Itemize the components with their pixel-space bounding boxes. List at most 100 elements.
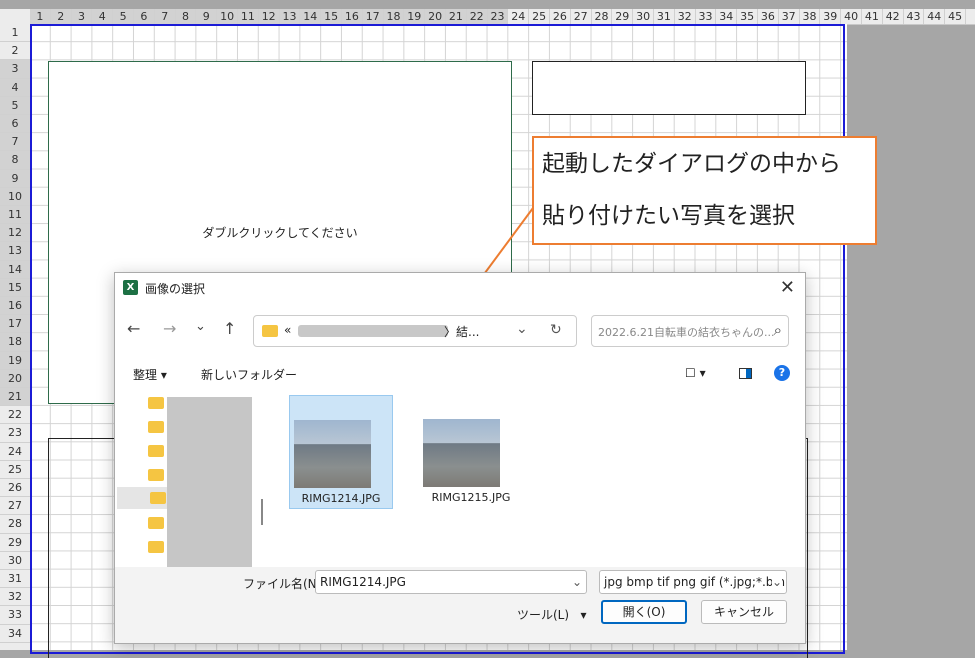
column-header[interactable]: 7	[154, 9, 176, 24]
row-header[interactable]: 27	[0, 497, 30, 516]
row-header[interactable]: 3	[0, 60, 30, 79]
chevron-down-icon[interactable]: ⌄	[771, 571, 782, 593]
column-header[interactable]: 13	[279, 9, 301, 24]
column-header[interactable]: 24	[508, 9, 530, 24]
nav-scrollbar[interactable]	[261, 499, 263, 525]
row-header[interactable]: 1	[0, 24, 30, 43]
column-header[interactable]: 37	[779, 9, 800, 24]
open-button[interactable]: 開く(O)	[601, 600, 687, 624]
preview-pane-icon[interactable]	[739, 368, 752, 379]
new-folder-button[interactable]: 新しいフォルダー	[201, 366, 297, 383]
column-header[interactable]: 17	[362, 9, 384, 24]
column-header[interactable]: 11	[238, 9, 259, 24]
view-icon[interactable]: ☐ ▾	[685, 366, 706, 380]
column-header[interactable]: 5	[113, 9, 134, 24]
address-bar[interactable]: « 〉結... ⌄ ↻	[253, 315, 577, 347]
column-header[interactable]: 9	[196, 9, 218, 24]
column-header[interactable]: 33	[696, 9, 717, 24]
row-header[interactable]: 17	[0, 315, 30, 334]
row-header[interactable]: 10	[0, 187, 30, 206]
row-header[interactable]: 25	[0, 461, 30, 479]
row-header[interactable]: 13	[0, 242, 30, 261]
column-header[interactable]: 8	[175, 9, 197, 24]
column-header[interactable]: 2	[50, 9, 72, 24]
column-header[interactable]: 44	[924, 9, 946, 24]
row-header[interactable]: 11	[0, 206, 30, 225]
row-header[interactable]: 18	[0, 333, 30, 352]
column-header[interactable]: 34	[716, 9, 738, 24]
back-icon[interactable]: ←	[127, 319, 140, 338]
row-header[interactable]: 5	[0, 96, 30, 115]
text-box[interactable]	[532, 61, 806, 115]
row-header[interactable]: 22	[0, 406, 30, 425]
search-input[interactable]: 2022.6.21自転車の結衣ちゃんの... ⌕	[591, 315, 789, 347]
row-header[interactable]: 20	[0, 369, 30, 388]
column-header[interactable]: 32	[675, 9, 696, 24]
row-header[interactable]: 26	[0, 479, 30, 498]
row-header[interactable]: 31	[0, 570, 30, 589]
cancel-button[interactable]: キャンセル	[701, 600, 787, 624]
column-header[interactable]: 42	[883, 9, 904, 24]
column-header[interactable]: 35	[737, 9, 758, 24]
column-header[interactable]: 23	[487, 9, 509, 24]
close-icon[interactable]: ✕	[780, 277, 795, 298]
column-header[interactable]: 16	[342, 9, 363, 24]
row-header[interactable]: 28	[0, 515, 30, 534]
column-header[interactable]: 20	[425, 9, 446, 24]
file-item[interactable]: RIMG1214.JPG	[289, 395, 393, 509]
row-header[interactable]: 6	[0, 115, 30, 134]
column-header[interactable]: 1	[30, 9, 51, 24]
row-header[interactable]: 24	[0, 443, 30, 461]
forward-icon[interactable]: →	[163, 319, 176, 338]
row-header[interactable]: 33	[0, 606, 30, 625]
chevron-down-icon[interactable]: ⌄	[572, 571, 582, 593]
column-header[interactable]: 21	[446, 9, 467, 24]
row-header[interactable]: 15	[0, 278, 30, 297]
column-header[interactable]: 12	[258, 9, 280, 24]
column-header[interactable]: 28	[592, 9, 613, 24]
column-header[interactable]: 31	[654, 9, 675, 24]
tools-button[interactable]: ツール(L) ▾	[517, 606, 587, 623]
column-header[interactable]: 45	[945, 9, 966, 24]
chevron-down-icon[interactable]: ⌄	[516, 321, 528, 337]
column-header[interactable]: 26	[550, 9, 571, 24]
column-header[interactable]: 39	[820, 9, 842, 24]
row-header[interactable]: 14	[0, 260, 30, 279]
row-header[interactable]: 34	[0, 625, 30, 643]
column-header[interactable]: 6	[134, 9, 155, 24]
row-header[interactable]: 9	[0, 169, 30, 188]
column-header[interactable]: 22	[466, 9, 488, 24]
column-header[interactable]: 18	[383, 9, 405, 24]
column-header[interactable]: 41	[862, 9, 883, 24]
row-header[interactable]: 30	[0, 552, 30, 570]
column-header[interactable]: 38	[800, 9, 821, 24]
help-icon[interactable]: ?	[774, 365, 790, 381]
column-header[interactable]: 3	[71, 9, 93, 24]
column-header[interactable]: 43	[904, 9, 925, 24]
column-header[interactable]: 14	[300, 9, 322, 24]
row-header[interactable]: 12	[0, 224, 30, 243]
up-icon[interactable]: ↑	[223, 319, 236, 338]
column-header[interactable]: 19	[404, 9, 426, 24]
dialog-titlebar[interactable]: X 画像の選択 ✕	[115, 273, 805, 303]
column-header[interactable]: 27	[571, 9, 592, 24]
filename-field[interactable]: RIMG1214.JPG ⌄	[315, 570, 587, 594]
refresh-icon[interactable]: ↻	[550, 322, 562, 338]
column-header[interactable]: 25	[529, 9, 550, 24]
column-header[interactable]: 10	[217, 9, 238, 24]
row-header[interactable]: 19	[0, 351, 30, 370]
column-header[interactable]: 30	[633, 9, 654, 24]
row-header[interactable]: 7	[0, 133, 30, 152]
search-icon[interactable]: ⌕	[774, 321, 782, 339]
column-header[interactable]: 29	[612, 9, 634, 24]
row-header[interactable]: 32	[0, 588, 30, 607]
column-header[interactable]: 15	[321, 9, 342, 24]
row-header[interactable]: 16	[0, 297, 30, 316]
organize-button[interactable]: 整理 ▾	[133, 366, 167, 383]
row-header[interactable]: 23	[0, 424, 30, 443]
row-header[interactable]: 29	[0, 534, 30, 552]
row-header[interactable]: 4	[0, 78, 30, 97]
chevron-down-icon[interactable]: ⌄	[195, 319, 206, 334]
filetype-select[interactable]: jpg bmp tif png gif (*.jpg;*.bmp ⌄	[599, 570, 787, 594]
row-header[interactable]: 8	[0, 151, 30, 170]
